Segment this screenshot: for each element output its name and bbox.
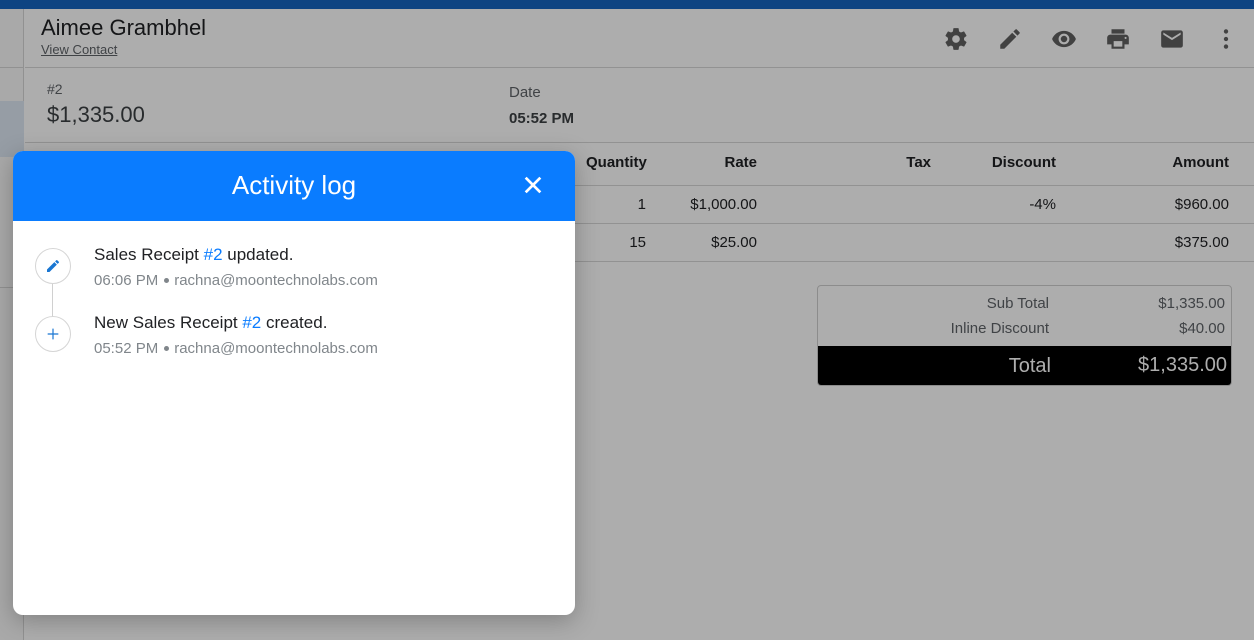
activity-title-prefix: Sales Receipt [94,245,204,264]
activity-title-suffix: updated. [222,245,294,264]
activity-icon-created [35,316,71,352]
activity-entry-meta: 05:52 PM rachna@moontechnolabs.com [94,340,378,357]
plus-icon [47,328,59,340]
receipt-ref-link[interactable]: #2 [242,313,261,332]
activity-icon-updated [35,248,71,284]
separator-dot [164,345,170,351]
receipt-ref-link[interactable]: #2 [204,245,223,264]
activity-time: 05:52 PM [94,340,159,357]
close-icon [524,176,542,194]
activity-title-prefix: New Sales Receipt [94,313,243,332]
modal-header: Activity log [13,151,575,221]
close-button[interactable] [519,171,547,199]
pencil-icon [47,259,60,272]
activity-title-suffix: created. [261,313,328,332]
activity-user: rachna@moontechnolabs.com [174,340,378,357]
activity-user: rachna@moontechnolabs.com [174,272,378,289]
activity-log-modal: Activity log Sales Receipt #2 updated. 0… [13,151,575,615]
activity-entry-meta: 06:06 PM rachna@moontechnolabs.com [94,272,378,289]
activity-entry-title: Sales Receipt #2 updated. [94,245,293,265]
separator-dot [164,277,170,283]
modal-title: Activity log [231,170,357,200]
activity-entry-title: New Sales Receipt #2 created. [94,313,327,333]
activity-time: 06:06 PM [94,272,159,289]
